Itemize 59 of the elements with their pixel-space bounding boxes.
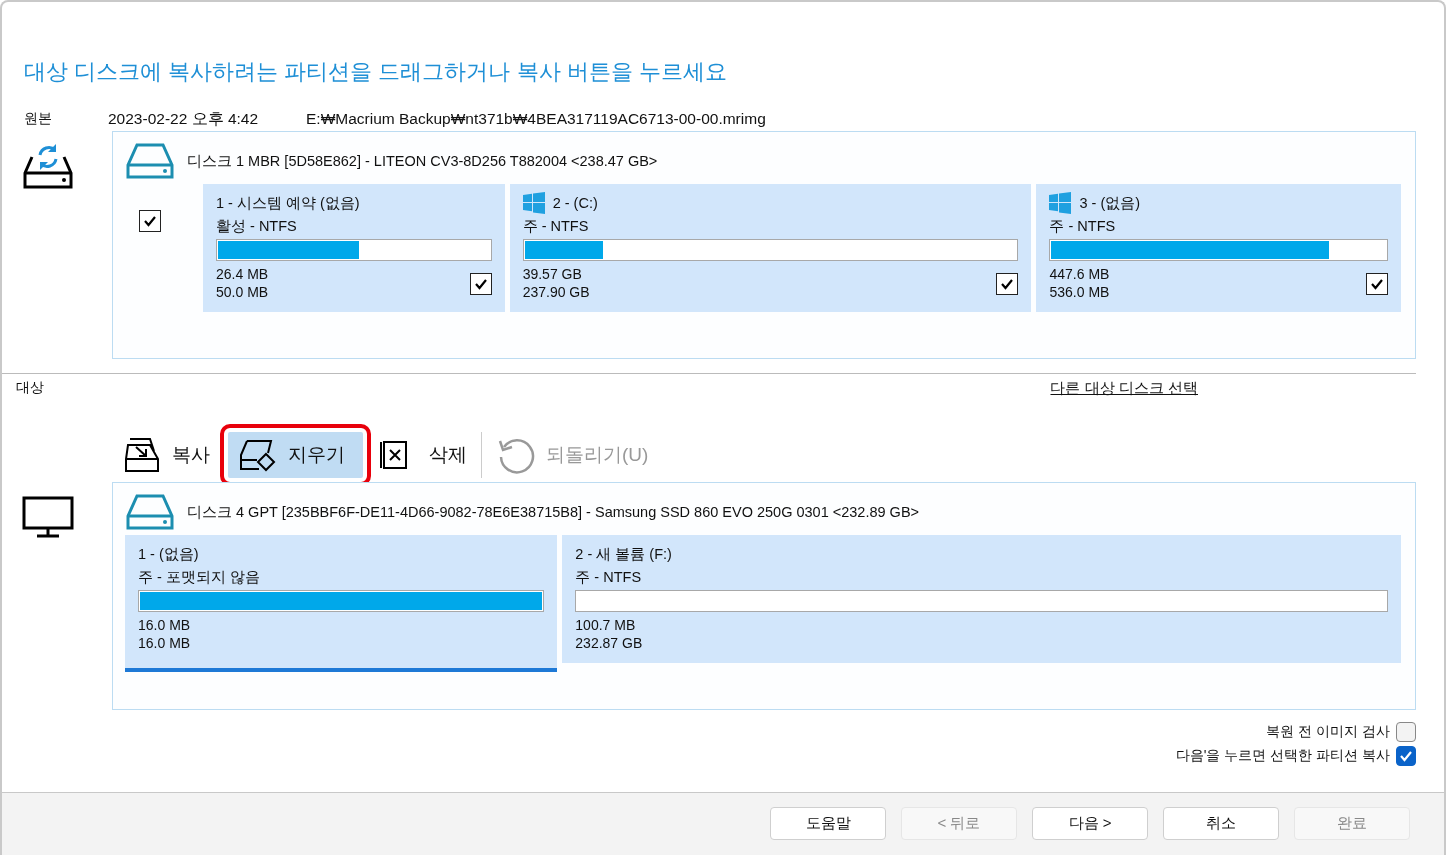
- source-label: 원본: [24, 110, 53, 128]
- toolbar-button[interactable]: 복사: [118, 432, 214, 478]
- image-file-path: E:₩Macrium Backup₩nt371b₩4BEA317119AC6713-00-00.mrimg: [306, 110, 766, 128]
- partition-type: 주 - NTFS: [522, 217, 590, 236]
- used-size: 26.4 MB: [216, 265, 269, 283]
- partition-block[interactable]: 3 - (없음) 주 - NTFS 447.6 MB 536.0 MB: [1036, 184, 1401, 312]
- disk-eraser-icon: [238, 438, 278, 472]
- checkbox[interactable]: [1396, 746, 1416, 766]
- partition-name: 3 - (없음): [1079, 193, 1141, 213]
- dialog-button[interactable]: 도움말: [770, 807, 886, 840]
- total-size: 237.90 GB: [522, 283, 590, 301]
- disk-title: 디스크 1 MBR [5D58E862] - LITEON CV3-8D256 T882004 <238.47 GB>: [187, 151, 658, 171]
- used-size: 39.57 GB: [522, 265, 583, 283]
- total-size: 50.0 MB: [216, 283, 269, 301]
- backup-date: 2023-02-22 오후 4:42: [108, 108, 260, 129]
- dialog-button[interactable]: 다음 >: [1032, 807, 1148, 840]
- checkbox[interactable]: [469, 273, 492, 295]
- check-mark-icon: [143, 215, 157, 227]
- partition-name: 1 - (없음): [138, 544, 199, 564]
- partition-block[interactable]: 2 - (C:) 주 - NTFS 39.57 GB 237.90 GB: [509, 184, 1032, 312]
- partition-block[interactable]: 2 - 새 볼륨 (F:) 주 - NTFS 100.7 MB 232.87 GB: [562, 535, 1401, 663]
- checkbox[interactable]: [1396, 722, 1416, 742]
- hard-drive-icon: [125, 142, 175, 180]
- partition-type: 주 - 포맷되지 않음: [138, 568, 261, 587]
- dialog-button[interactable]: 취소: [1163, 807, 1279, 840]
- delete-icon: [379, 440, 409, 470]
- select-other-disk-link[interactable]: 다른 대상 디스크 선택: [1050, 379, 1198, 398]
- partition-name: 2 - 새 볼륨 (F:): [575, 544, 672, 564]
- target-label: 대상: [16, 379, 44, 397]
- disk-title: 디스크 4 GPT [235BBF6F-DE11-4D66-9082-78E6E38715B8] - Samsung SSD 860 EVO 250G 0301 <232.89 GB>: [187, 502, 920, 522]
- partition-name: 1 - 시스템 예약 (없음): [216, 193, 360, 213]
- windows-logo-icon: [1049, 192, 1072, 214]
- check-mark-icon: [1399, 750, 1413, 762]
- partition-block[interactable]: 1 - (없음) 주 - 포맷되지 않음 16.0 MB 16.0 MB: [125, 535, 558, 672]
- check-mark-icon: [473, 278, 488, 290]
- disk-copy-icon: [122, 437, 162, 473]
- option-label: 복원 전 이미지 검사: [1266, 723, 1390, 741]
- partition-type: 주 - NTFS: [575, 568, 643, 587]
- used-size: 447.6 MB: [1049, 265, 1110, 283]
- used-size: 100.7 MB: [575, 616, 637, 634]
- check-mark-icon: [1000, 278, 1015, 290]
- partition-type: 활성 - NTFS: [216, 217, 298, 236]
- partition-name: 2 - (C:): [552, 195, 598, 211]
- partition-block[interactable]: 1 - 시스템 예약 (없음) 활성 - NTFS 26.4 MB 50.0 MB: [203, 184, 505, 312]
- hard-drive-icon: [125, 493, 175, 531]
- option-label: 다음'을 누르면 선택한 파티션 복사: [1175, 747, 1390, 765]
- total-size: 232.87 GB: [575, 634, 643, 652]
- checkbox[interactable]: [139, 210, 161, 232]
- toolbar-button[interactable]: 삭제: [375, 432, 471, 478]
- check-mark-icon: [1370, 278, 1384, 290]
- monitor-icon: [22, 496, 74, 538]
- partition-type: 주 - NTFS: [1049, 217, 1117, 236]
- checkbox[interactable]: [996, 273, 1019, 295]
- total-size: 16.0 MB: [138, 634, 191, 652]
- page-heading: 대상 디스크에 복사하려는 파티션을 드래그하거나 복사 버튼을 누르세요: [23, 58, 728, 86]
- total-size: 536.0 MB: [1049, 283, 1110, 301]
- used-size: 16.0 MB: [138, 616, 191, 634]
- checkbox[interactable]: [1366, 273, 1388, 295]
- windows-logo-icon: [522, 192, 545, 214]
